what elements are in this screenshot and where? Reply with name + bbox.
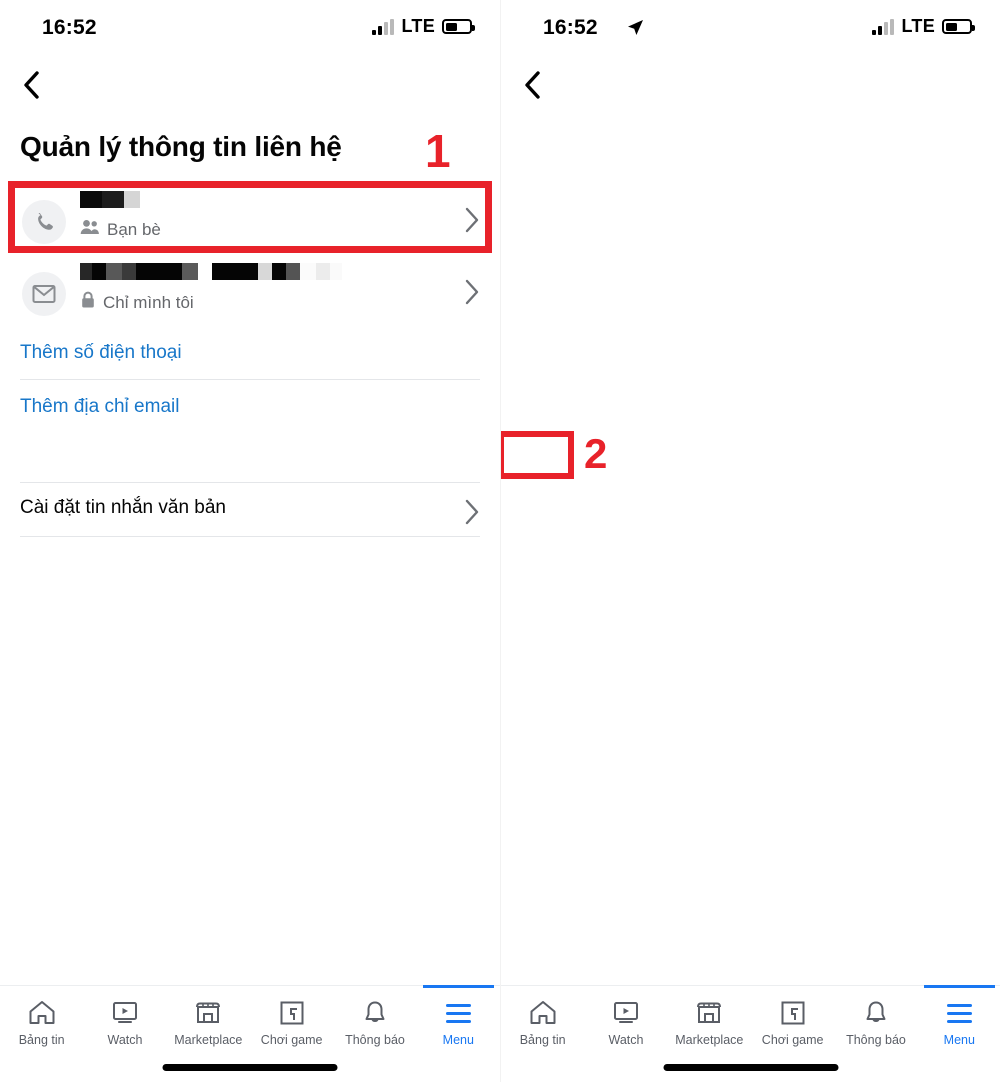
nav-tab-watch[interactable]: Watch	[83, 986, 166, 1058]
email-row-content: Chỉ mình tôi	[80, 259, 444, 314]
right-phone-screen: 16:52 LTE Đã xác nhận Ai có thể nhìn thấ…	[500, 0, 1000, 1082]
status-time: 16:52	[543, 16, 598, 39]
status-indicators: LTE	[872, 16, 975, 37]
email-privacy: Chỉ mình tôi	[80, 291, 444, 314]
page-title: Quản lý thông tin liên hệ	[20, 131, 342, 162]
divider	[20, 536, 480, 537]
email-privacy-label: Chỉ mình tôi	[103, 292, 194, 312]
home-indicator	[162, 1064, 338, 1071]
lock-icon	[80, 291, 96, 314]
phone-privacy: Bạn bè	[80, 219, 444, 240]
left-phone-screen: 16:52 LTE Quản lý thông tin liên hệ Bạn …	[0, 0, 500, 1082]
chevron-right-icon	[464, 279, 480, 310]
phone-privacy-label: Bạn bè	[107, 219, 161, 239]
nav-tab-label: Menu	[943, 1033, 975, 1047]
video-play-icon	[111, 998, 139, 1028]
nav-tab-bang-tin[interactable]: Bảng tin	[501, 986, 584, 1058]
hamburger-icon	[445, 998, 471, 1028]
sms-settings-label: Cài đặt tin nhắn văn bản	[20, 497, 226, 518]
envelope-icon	[22, 272, 66, 316]
nav-tab-marketplace[interactable]: Marketplace	[668, 986, 751, 1058]
nav-tab-bang-tin[interactable]: Bảng tin	[0, 986, 83, 1058]
nav-tab-choi-game[interactable]: Chơi game	[751, 986, 834, 1058]
bottom-nav-left: Bảng tin Watch Marketplace Chơi game Thô…	[0, 985, 500, 1082]
nav-tab-menu[interactable]: Menu	[417, 985, 500, 1058]
nav-tab-label: Chơi game	[260, 1033, 323, 1047]
annotation-box-step-2	[501, 431, 574, 479]
gamepad-icon	[278, 998, 306, 1028]
back-chevron-icon[interactable]	[20, 68, 42, 102]
nav-tab-label: Thông báo	[345, 1033, 405, 1047]
divider	[20, 379, 480, 380]
back-chevron-icon[interactable]	[521, 68, 543, 102]
chevron-right-icon	[464, 207, 480, 238]
gamepad-icon	[779, 998, 807, 1028]
nav-tab-label: Watch	[107, 1033, 143, 1047]
nav-bar-left	[0, 62, 500, 110]
status-time: 16:52	[42, 16, 97, 39]
video-play-icon	[612, 998, 640, 1028]
home-icon	[529, 998, 557, 1028]
storefront-icon	[194, 998, 222, 1028]
nav-tab-label: Watch	[608, 1033, 644, 1047]
home-indicator	[663, 1064, 839, 1071]
nav-tab-label: Marketplace	[174, 1033, 243, 1047]
bottom-nav-right: Bảng tin Watch Marketplace Chơi game Thô…	[501, 985, 1000, 1082]
nav-tab-label: Menu	[442, 1033, 474, 1047]
network-type-label: LTE	[901, 16, 935, 36]
nav-tab-watch[interactable]: Watch	[584, 986, 667, 1058]
email-value-redacted	[80, 263, 444, 280]
friends-icon	[80, 219, 100, 240]
annotation-number-2: 2	[584, 430, 608, 477]
bell-icon	[362, 998, 388, 1028]
nav-tab-menu[interactable]: Menu	[918, 985, 1000, 1058]
phone-icon	[22, 200, 66, 244]
storefront-icon	[695, 998, 723, 1028]
annotation-number-1: 1	[425, 125, 451, 177]
phone-row-content: Bạn bè	[80, 187, 444, 240]
nav-tab-label: Bảng tin	[519, 1033, 566, 1047]
add-phone-link[interactable]: Thêm số điện thoại	[20, 342, 480, 364]
battery-icon	[442, 19, 475, 34]
phone-value-redacted	[80, 191, 444, 208]
status-indicators: LTE	[372, 16, 475, 37]
home-icon	[28, 998, 56, 1028]
status-bar-right: 16:52 LTE	[501, 0, 1000, 52]
dual-screenshot-container: 16:52 LTE Quản lý thông tin liên hệ Bạn …	[0, 0, 1000, 1082]
contact-row-phone[interactable]: Bạn bè	[20, 187, 480, 257]
divider	[20, 482, 480, 483]
battery-icon	[942, 19, 975, 34]
add-email-link[interactable]: Thêm địa chỉ email	[20, 396, 480, 418]
nav-tab-label: Chơi game	[761, 1033, 824, 1047]
nav-tab-thong-bao[interactable]: Thông báo	[834, 986, 917, 1058]
nav-tab-label: Marketplace	[675, 1033, 744, 1047]
contact-row-email[interactable]: Chỉ mình tôi	[20, 259, 480, 329]
signal-strength-icon	[872, 18, 895, 35]
location-arrow-icon	[627, 19, 644, 41]
nav-tab-label: Thông báo	[846, 1033, 906, 1047]
nav-tab-marketplace[interactable]: Marketplace	[167, 986, 250, 1058]
network-type-label: LTE	[401, 16, 435, 36]
status-bar-left: 16:52 LTE	[0, 0, 500, 52]
bell-icon	[863, 998, 889, 1028]
signal-strength-icon	[372, 18, 395, 35]
chevron-right-icon	[464, 499, 480, 530]
nav-tab-choi-game[interactable]: Chơi game	[250, 986, 333, 1058]
bottom-nav-tabs: Bảng tin Watch Marketplace Chơi game Thô…	[0, 985, 500, 1058]
hamburger-icon	[946, 998, 972, 1028]
sms-settings-row[interactable]: Cài đặt tin nhắn văn bản	[20, 497, 480, 533]
nav-tab-thong-bao[interactable]: Thông báo	[333, 986, 416, 1058]
nav-tab-label: Bảng tin	[18, 1033, 65, 1047]
bottom-nav-tabs: Bảng tin Watch Marketplace Chơi game Thô…	[501, 985, 1000, 1058]
nav-bar-right	[501, 62, 1000, 110]
